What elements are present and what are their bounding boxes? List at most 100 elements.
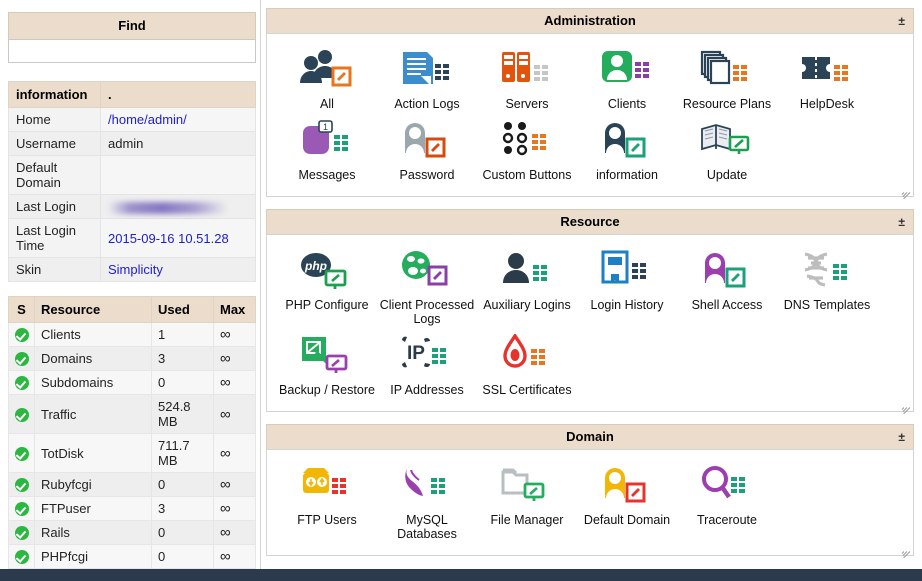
information-row-value — [100, 155, 256, 195]
app-item-shell-access[interactable]: Shell Access — [677, 247, 777, 332]
password-person-icon — [377, 117, 477, 163]
information-row-value[interactable]: 2015-09-16 10.51.28 — [100, 218, 256, 258]
resource-table-header: S Resource Used Max — [8, 296, 256, 323]
app-item-all[interactable]: All — [277, 46, 377, 117]
status-badge — [8, 322, 35, 347]
icon-row: All Action Logs Servers Clients Resource… — [277, 46, 903, 117]
information-value-link[interactable]: Simplicity — [108, 262, 163, 277]
resize-grip[interactable] — [899, 398, 911, 415]
globe-edit-icon — [377, 247, 477, 293]
information-row: Username admin — [8, 131, 256, 156]
magnifier-icon — [677, 462, 777, 508]
ticket-icon — [777, 46, 877, 92]
resource-used: 0 — [151, 544, 214, 569]
resource-col-used: Used — [151, 296, 214, 323]
app-item-ssl-certificates[interactable]: SSL Certificates — [477, 332, 577, 403]
app-item-custom-buttons[interactable]: Custom Buttons — [477, 117, 577, 188]
resource-name: Subdomains — [34, 370, 152, 395]
resource-table: S Resource Used Max Clients 1 ∞ Domains 3 ∞ Su… — [8, 296, 256, 581]
app-item-label: information — [596, 168, 658, 182]
resource-col-resource: Resource — [34, 296, 152, 323]
users-edit-icon — [277, 46, 377, 92]
app-item-ftp-users[interactable]: FTP Users — [277, 462, 377, 547]
sidebar: Find information . Home/home/admin/Usern… — [8, 12, 256, 581]
app-item-label: Servers — [505, 97, 549, 111]
app-item-information[interactable]: information — [577, 117, 677, 188]
information-row: Skin Simplicity — [8, 257, 256, 282]
app-item-mysql-databases[interactable]: MySQL Databases — [377, 462, 477, 547]
redacted-value — [108, 201, 228, 214]
app-item-label: Password — [399, 168, 455, 182]
panel-title: Resource — [560, 214, 620, 229]
app-item-traceroute[interactable]: Traceroute — [677, 462, 777, 547]
resource-max: ∞ — [213, 370, 256, 395]
resource-col-status: S — [8, 296, 35, 323]
collapse-toggle-icon[interactable]: ± — [898, 431, 905, 443]
check-circle-icon — [14, 376, 29, 391]
app-item-label: Default Domain — [583, 513, 671, 527]
resize-grip[interactable] — [899, 542, 911, 559]
information-row-value — [100, 194, 256, 219]
status-badge — [8, 433, 35, 473]
information-value-link[interactable]: 2015-09-16 10.51.28 — [108, 231, 229, 246]
resource-max: ∞ — [213, 544, 256, 569]
app-item-label: IP Addresses — [390, 383, 464, 397]
search-input[interactable] — [8, 39, 256, 63]
app-item-update[interactable]: Update — [677, 117, 777, 188]
app-item-file-manager[interactable]: File Manager — [477, 462, 577, 547]
information-row-label: Username — [8, 131, 101, 156]
document-lines-icon — [377, 46, 477, 92]
sidebar-divider — [260, 0, 261, 569]
app-item-action-logs[interactable]: Action Logs — [377, 46, 477, 117]
app-item-password[interactable]: Password — [377, 117, 477, 188]
app-item-resource-plans[interactable]: Resource Plans — [677, 46, 777, 117]
app-item-messages[interactable]: 1 Messages — [277, 117, 377, 188]
resource-used: 711.7 MB — [151, 433, 214, 473]
status-badge — [8, 520, 35, 545]
app-item-label: Traceroute — [697, 513, 757, 527]
app-item-clients[interactable]: Clients — [577, 46, 677, 117]
resource-used: 3 — [151, 496, 214, 521]
information-row: Home/home/admin/ — [8, 107, 256, 132]
app-item-dns-templates[interactable]: DNS Templates — [777, 247, 877, 332]
resource-used: 1 — [151, 322, 214, 347]
resize-grip[interactable] — [899, 183, 911, 200]
app-item-ip-addresses[interactable]: IP IP Addresses — [377, 332, 477, 403]
information-row-value[interactable]: Simplicity — [100, 257, 256, 282]
panel-header: Domain ± — [266, 424, 914, 449]
check-circle-icon — [14, 502, 29, 517]
backup-restore-icon — [277, 332, 377, 378]
panel-title: Domain — [566, 429, 614, 444]
svg-text:php: php — [304, 259, 327, 273]
app-item-label: SSL Certificates — [482, 383, 572, 397]
collapse-toggle-icon[interactable]: ± — [898, 15, 905, 27]
svg-text:1: 1 — [323, 122, 328, 132]
app-item-php-configure[interactable]: php PHP Configure — [277, 247, 377, 332]
resource-used: 3 — [151, 346, 214, 371]
app-item-label: DNS Templates — [783, 298, 871, 312]
information-row-label: Default Domain — [8, 155, 101, 195]
collapse-toggle-icon[interactable]: ± — [898, 216, 905, 228]
information-value-link[interactable]: /home/admin/ — [108, 112, 187, 127]
app-item-default-domain[interactable]: Default Domain — [577, 462, 677, 547]
information-table: information . Home/home/admin/Username ad… — [8, 81, 256, 282]
table-row: Rails 0 ∞ — [8, 520, 256, 545]
app-item-login-history[interactable]: Login History — [577, 247, 677, 332]
app-item-label: PHP Configure — [285, 298, 369, 312]
panel-administration: Administration ± All Action Logs Servers … — [266, 8, 914, 200]
table-row: Subdomains 0 ∞ — [8, 370, 256, 395]
information-person-icon — [577, 117, 677, 163]
app-item-client-processed-logs[interactable]: Client Processed Logs — [377, 247, 477, 332]
app-item-servers[interactable]: Servers — [477, 46, 577, 117]
app-item-label: Client Processed Logs — [379, 298, 475, 326]
control-panel-page: Find information . Home/home/admin/Usern… — [0, 0, 922, 581]
information-row-value[interactable]: /home/admin/ — [100, 107, 256, 132]
default-domain-person-icon — [577, 462, 677, 508]
information-row-label: Last Login Time — [8, 218, 101, 258]
app-item-auxiliary-logins[interactable]: Auxiliary Logins — [477, 247, 577, 332]
messages-badge-icon: 1 — [277, 117, 377, 163]
app-item-backup-restore[interactable]: Backup / Restore — [277, 332, 377, 403]
app-item-helpdesk[interactable]: HelpDesk — [777, 46, 877, 117]
resource-name: Traffic — [34, 394, 152, 434]
resource-name: PHPfcgi — [34, 544, 152, 569]
